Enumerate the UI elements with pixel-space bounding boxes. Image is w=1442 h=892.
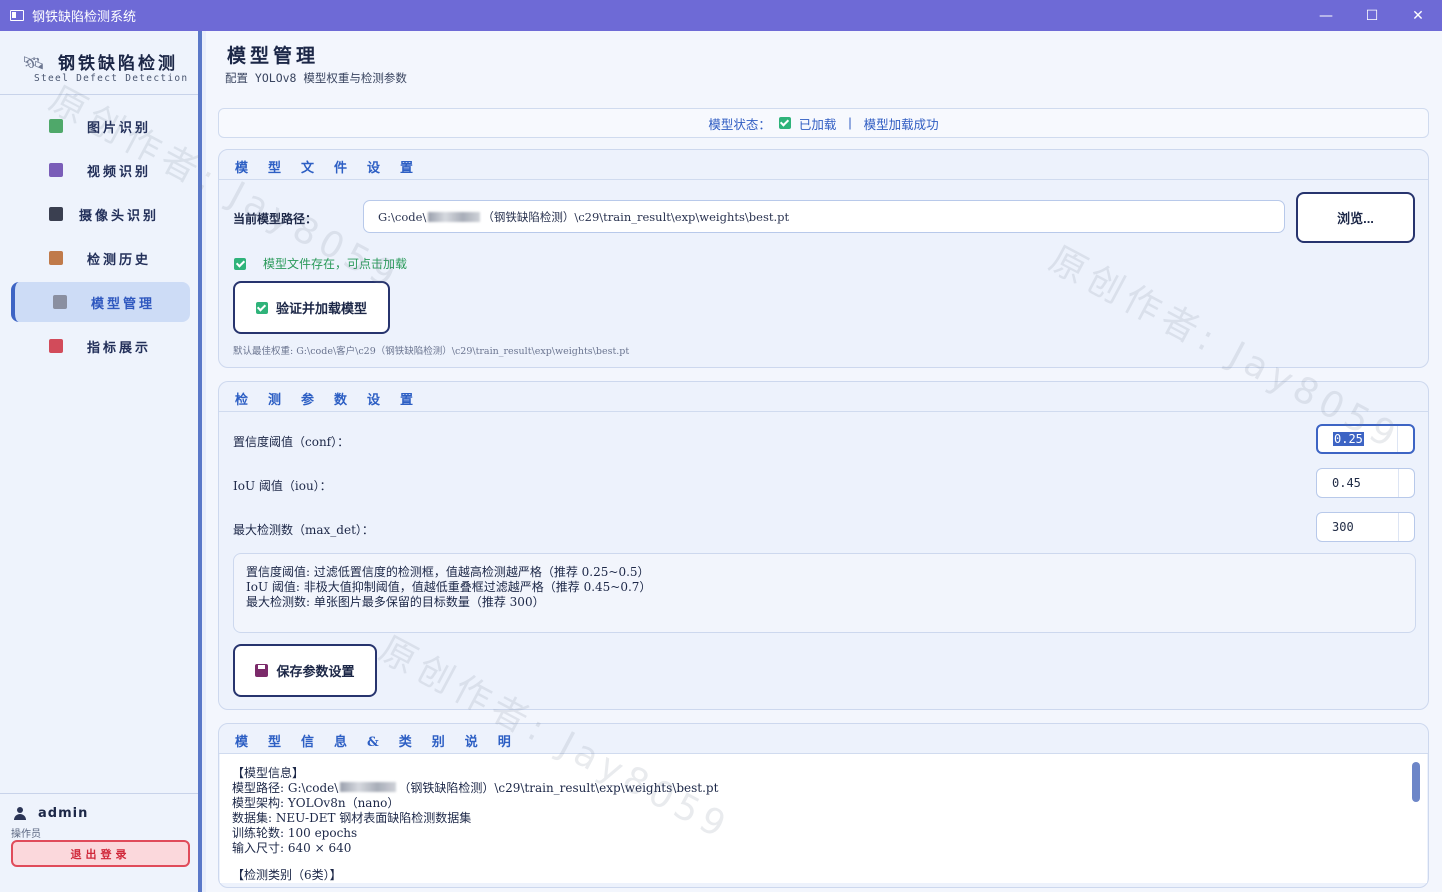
redacted-text: [428, 211, 481, 222]
sidebar-item-3[interactable]: 摄像头识别: [11, 194, 190, 234]
minimize-button[interactable]: —: [1303, 0, 1349, 31]
save-params-button[interactable]: 保存参数设置: [233, 644, 377, 697]
sidebar-item-1[interactable]: 图片识别: [11, 106, 190, 146]
sidebar-item-4[interactable]: 检测历史: [11, 238, 190, 278]
save-label: 保存参数设置: [276, 664, 355, 679]
model-info-text[interactable]: 【模型信息】 模型路径: G:\code\ （钢铁缺陷检测）\c29\train_…: [220, 754, 1427, 883]
check-icon: [255, 301, 268, 314]
info-line: 数据集: NEU-DET 钢材表面缺陷检测数据集: [232, 811, 472, 825]
model-exists-message: 模型文件存在，可点击加载: [234, 255, 407, 272]
status-separator: |: [848, 116, 852, 130]
section-title: 检测参数设置: [235, 393, 434, 408]
help-line: 最大检测数: 单张图片最多保留的目标数量（推荐 300）: [246, 595, 545, 609]
user-icon: [14, 807, 26, 820]
sidebar-item-label: 视频识别: [87, 164, 152, 180]
user-panel: admin 操作员 退出登录: [0, 793, 198, 892]
clipboard-icon: [49, 251, 63, 265]
sidebar-item-label: 检测历史: [87, 252, 152, 268]
conf-label: 置信度阈值（conf）：: [233, 435, 350, 449]
info-scrollbar[interactable]: [1412, 762, 1420, 802]
model-path-input[interactable]: G:\code\ （钢铁缺陷检测）\c29\train_result\exp\we…: [363, 200, 1285, 233]
check-icon: [234, 257, 246, 270]
model-info-panel: 模型信息&类别说明 【模型信息】 模型路径: G:\code\ （钢铁缺陷检测）\…: [218, 723, 1429, 888]
sidebar-item-2[interactable]: 视频识别: [11, 150, 190, 190]
page-title: 模型管理: [227, 45, 320, 67]
sidebar-item-label: 指标展示: [87, 340, 152, 356]
iou-value: 0.45: [1332, 476, 1361, 490]
maximize-button[interactable]: ☐: [1349, 0, 1395, 31]
info-heading: 【模型信息】: [232, 766, 305, 780]
maxdet-label: 最大检测数（max_det）：: [233, 523, 374, 537]
iou-label: IoU 阈值（iou）：: [233, 479, 332, 493]
main-content: 模型管理 配置 YOLOv8 模型权重与检测参数 模型状态： 已加载 | 模型加…: [43, 31, 1442, 892]
info-path-prefix: 模型路径: G:\code\: [232, 781, 339, 795]
info-line: 模型架构: YOLOv8n（nano）: [232, 796, 400, 810]
floppy-disk-icon: [255, 664, 269, 677]
verify-load-button[interactable]: 验证并加载模型: [233, 281, 390, 334]
spin-arrows[interactable]: [1397, 426, 1413, 452]
satellite-icon: 🛰: [22, 53, 45, 74]
window-titlebar: 钢铁缺陷检测系统 — ☐ ✕: [0, 0, 1442, 31]
page-subtitle: 配置 YOLOv8 模型权重与检测参数: [225, 71, 407, 85]
sidebar: 🛰 钢铁缺陷检测 Steel Defect Detection 图片识别视频识别…: [0, 31, 202, 892]
sidebar-item-6[interactable]: 指标展示: [11, 326, 190, 366]
model-status-bar: 模型状态： 已加载 | 模型加载成功: [218, 108, 1429, 138]
gear-icon: [53, 295, 67, 309]
user-name: admin: [38, 806, 89, 821]
app-icon: [10, 10, 24, 21]
info-path-suffix: （钢铁缺陷检测）\c29\train_result\exp\weights\be…: [398, 781, 719, 795]
path-prefix: G:\code\: [378, 209, 427, 224]
logout-button[interactable]: 退出登录: [11, 840, 190, 867]
maxdet-value: 300: [1332, 520, 1354, 534]
check-icon: [778, 117, 791, 129]
bar-chart-icon: [49, 339, 63, 353]
status-message: 模型加载成功: [863, 117, 939, 132]
conf-value: 0.25: [1333, 432, 1364, 446]
maxdet-spinbox[interactable]: 300: [1316, 512, 1415, 542]
status-loaded: 已加载: [798, 117, 837, 132]
close-button[interactable]: ✕: [1395, 0, 1441, 31]
detection-params-panel: 检测参数设置 置信度阈值（conf）： 0.25 IoU 阈值（iou）： 0.…: [218, 381, 1429, 710]
info-line: 训练轮数: 100 epochs: [232, 826, 358, 840]
exists-text: 模型文件存在，可点击加载: [263, 257, 408, 271]
spin-arrows[interactable]: [1398, 469, 1414, 497]
browse-button[interactable]: 浏览...: [1296, 192, 1415, 243]
window-title: 钢铁缺陷检测系统: [32, 9, 137, 24]
help-line: IoU 阈值: 非极大值抑制阈值，值越低重叠框过滤越严格（推荐 0.45~0.7…: [246, 580, 652, 594]
info-line: 输入尺寸: 640 × 640: [232, 841, 352, 855]
params-help-box: 置信度阈值: 过滤低置信度的检测框，值越高检测越严格（推荐 0.25~0.5） …: [233, 553, 1416, 633]
sidebar-nav: 图片识别视频识别摄像头识别检测历史模型管理指标展示: [11, 106, 190, 370]
model-path-label: 当前模型路径：: [233, 212, 318, 226]
image-icon: [49, 119, 63, 133]
status-label: 模型状态：: [708, 117, 771, 132]
info-path: 模型路径: G:\code\ （钢铁缺陷检测）\c29\train_result\…: [232, 781, 1415, 796]
section-title: 模型信息&类别说明: [235, 735, 531, 750]
default-weights-note: 默认最佳权重: G:\code\客户\c29（钢铁缺陷检测）\c29\train…: [233, 346, 630, 357]
user-role: 操作员: [11, 829, 41, 840]
verify-label: 验证并加载模型: [275, 301, 367, 316]
info-line: 【检测类别（6类）】: [232, 868, 342, 882]
sidebar-item-5[interactable]: 模型管理: [11, 282, 190, 322]
help-line: 置信度阈值: 过滤低置信度的检测框，值越高检测越严格（推荐 0.25~0.5）: [246, 565, 650, 579]
path-suffix: （钢铁缺陷检测）\c29\train_result\exp\weights\be…: [482, 209, 790, 224]
model-file-panel: 模型文件设置 当前模型路径： G:\code\ （钢铁缺陷检测）\c29\trai…: [218, 149, 1429, 368]
film-icon: [49, 163, 63, 177]
section-title: 模型文件设置: [235, 161, 434, 176]
conf-spinbox[interactable]: 0.25: [1316, 424, 1415, 454]
brand-subtitle: Steel Defect Detection: [34, 73, 189, 84]
sidebar-item-label: 摄像头识别: [79, 208, 160, 224]
sidebar-item-label: 模型管理: [91, 296, 156, 312]
redacted-text: [340, 782, 397, 792]
spin-arrows[interactable]: [1398, 513, 1414, 541]
sidebar-item-label: 图片识别: [87, 120, 152, 136]
brand: 🛰 钢铁缺陷检测 Steel Defect Detection: [0, 31, 198, 95]
iou-spinbox[interactable]: 0.45: [1316, 468, 1415, 498]
brand-name: 钢铁缺陷检测: [58, 54, 178, 74]
camera-icon: [49, 207, 63, 221]
